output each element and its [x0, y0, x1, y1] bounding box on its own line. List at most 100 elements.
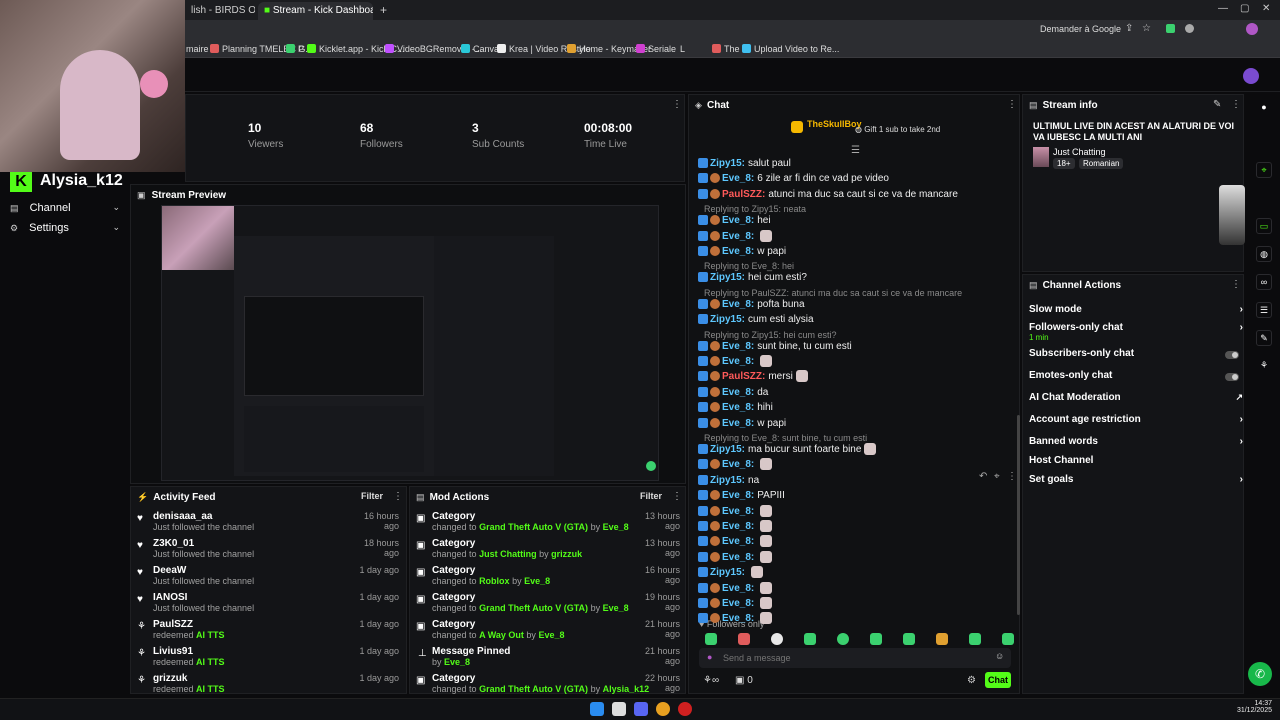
chat-username[interactable]: Eve_8:: [722, 598, 754, 609]
mod-action-item[interactable]: ▣ Category changed to A Way Out by Eve_8 21…: [416, 619, 680, 645]
reply-icon[interactable]: ↶: [979, 471, 987, 482]
emote-icon[interactable]: [771, 633, 783, 645]
bookmark[interactable]: maire: [186, 44, 209, 54]
toggle-switch[interactable]: [1225, 351, 1239, 359]
channel-action-set-goals[interactable]: Set goals ›: [1029, 474, 1243, 490]
chat-username[interactable]: Eve_8:: [722, 246, 754, 257]
bookmark[interactable]: Upload Video to Re...: [742, 44, 839, 54]
pin-icon[interactable]: ⌖: [994, 471, 1000, 482]
chat-message[interactable]: Eve_8: PAPIII: [698, 489, 785, 503]
mod-action-item[interactable]: ⊥ Message Pinned by Eve_8 21 hours ago: [416, 646, 680, 672]
more-options-icon[interactable]: ⋮: [672, 99, 682, 110]
toggle-switch[interactable]: [1225, 373, 1239, 381]
channel-action-emotes-only-chat[interactable]: Emotes-only chat: [1029, 370, 1243, 386]
wrench-icon[interactable]: ✎: [1256, 330, 1272, 346]
chat-message[interactable]: Zipy15: hei cum esti?: [698, 271, 807, 285]
chat-message[interactable]: Zipy15: salut paul: [698, 157, 791, 171]
activity-user[interactable]: Livius91: [153, 646, 225, 657]
ask-google-button[interactable]: Demander à Google: [1040, 24, 1121, 34]
new-tab-button[interactable]: +: [380, 3, 387, 17]
star-icon[interactable]: ☆: [1142, 23, 1151, 34]
channel-action-slow-mode[interactable]: Slow mode ›: [1029, 304, 1243, 320]
more-options-icon[interactable]: ⋮: [393, 491, 403, 502]
emote-icon[interactable]: [804, 633, 816, 645]
chat-message[interactable]: Eve_8:: [698, 612, 773, 626]
channel-action-host-channel[interactable]: Host Channel: [1029, 455, 1243, 471]
more-options-icon[interactable]: ⋮: [1231, 279, 1241, 290]
chat-username[interactable]: Eve_8:: [722, 490, 754, 501]
channel-action-ai-chat-moderation[interactable]: AI Chat Moderation ↗: [1029, 392, 1243, 408]
discord-icon[interactable]: [634, 702, 648, 716]
chat-username[interactable]: Eve_8:: [722, 418, 754, 429]
emote-icon[interactable]: [738, 633, 750, 645]
chat-username[interactable]: Eve_8:: [722, 459, 754, 470]
emote-icon[interactable]: [936, 633, 948, 645]
browser-tab[interactable]: lish - BIRDS OF: [185, 2, 255, 20]
more-options-icon[interactable]: ⋮: [1007, 471, 1017, 482]
mod-action-item[interactable]: ▣ Category changed to Grand Theft Auto V (…: [416, 673, 680, 699]
channel-action-account-age-restriction[interactable]: Account age restriction ›: [1029, 414, 1243, 430]
chat-message[interactable]: Eve_8:: [698, 504, 773, 519]
chat-username[interactable]: Eve_8:: [722, 356, 754, 367]
bookmark[interactable]: Canva: [461, 44, 499, 54]
emote-icon[interactable]: [1002, 633, 1014, 645]
emote-icon[interactable]: [705, 633, 717, 645]
chat-username[interactable]: PaulSZZ:: [722, 371, 765, 382]
chat-username[interactable]: Eve_8:: [722, 613, 754, 624]
browser-tab-active[interactable]: ■ Stream - Kick Dashboard: [258, 2, 373, 20]
activity-item[interactable]: ⚘ PaulSZZ redeemed AI TTS 1 day ago: [137, 619, 401, 645]
mod-action-item[interactable]: ▣ Category changed to Roblox by Eve_8 16 ho…: [416, 565, 680, 591]
chat-message[interactable]: Eve_8: pofta buna: [698, 298, 805, 312]
activity-user[interactable]: grizzuk: [153, 673, 225, 684]
emote-icon[interactable]: [903, 633, 915, 645]
chat-username[interactable]: Eve_8:: [722, 299, 754, 310]
chat-username[interactable]: Eve_8:: [722, 536, 754, 547]
activity-item[interactable]: ♥ IANOSI Just followed the channel 1 day ag…: [137, 592, 401, 618]
chat-username[interactable]: Zipy15:: [710, 158, 745, 169]
bookmark[interactable]: P: [286, 44, 304, 54]
chat-message[interactable]: Eve_8: da: [698, 386, 768, 400]
activity-user[interactable]: PaulSZZ: [153, 619, 225, 630]
tag[interactable]: Romanian: [1079, 158, 1124, 169]
share-icon[interactable]: ⇪: [1125, 23, 1133, 34]
external-link-icon[interactable]: ↗: [1235, 392, 1243, 403]
chat-message[interactable]: Zipy15:: [698, 566, 764, 580]
activity-item[interactable]: ⚘ Livius91 redeemed AI TTS 1 day ago: [137, 646, 401, 672]
emote-icon[interactable]: [969, 633, 981, 645]
group-icon[interactable]: ⚘: [1256, 358, 1272, 374]
chat-username[interactable]: Eve_8:: [722, 387, 754, 398]
mod-action-item[interactable]: ▣ Category changed to Grand Theft Auto V (…: [416, 511, 680, 537]
maximize-button[interactable]: ▢: [1240, 3, 1249, 14]
chat-message[interactable]: Eve_8:: [698, 229, 773, 244]
activity-item[interactable]: ⚘ grizzuk redeemed AI TTS 1 day ago: [137, 673, 401, 699]
chat-message[interactable]: Eve_8: w papi: [698, 417, 786, 431]
close-window-button[interactable]: ✕: [1262, 3, 1270, 14]
mic-icon[interactable]: ●: [707, 652, 712, 662]
chat-message[interactable]: Eve_8:: [698, 535, 773, 549]
activity-user[interactable]: IANOSI: [153, 592, 254, 603]
activity-item[interactable]: ♥ Z3K0_01 Just followed the channel 18 hour…: [137, 538, 401, 564]
profile-avatar[interactable]: [1246, 23, 1258, 35]
edit-icon[interactable]: ✎: [1213, 99, 1221, 110]
more-options-icon[interactable]: ⋮: [1007, 99, 1017, 110]
search-icon[interactable]: [612, 702, 626, 716]
chat-bubble-icon[interactable]: ◍: [1256, 246, 1272, 262]
help-chat-button[interactable]: ✆: [1248, 662, 1272, 686]
more-options-icon[interactable]: ⋮: [672, 491, 682, 502]
windows-start-icon[interactable]: [590, 702, 604, 716]
chat-username[interactable]: Eve_8:: [722, 402, 754, 413]
chat-message[interactable]: Eve_8: w papi: [698, 245, 786, 259]
activity-filter-button[interactable]: Filter: [361, 491, 383, 501]
expand-icon[interactable]: ⌖: [1256, 162, 1272, 178]
obs-icon[interactable]: [678, 702, 692, 716]
activity-user[interactable]: DeeaW: [153, 565, 254, 576]
emote-icon[interactable]: [837, 633, 849, 645]
chat-username[interactable]: Eve_8:: [722, 552, 754, 563]
tag[interactable]: 18+: [1053, 158, 1075, 169]
activity-item[interactable]: ♥ DeeaW Just followed the channel 1 day ago: [137, 565, 401, 591]
activity-user[interactable]: Z3K0_01: [153, 538, 254, 549]
chat-username[interactable]: Eve_8:: [722, 215, 754, 226]
chat-message[interactable]: Eve_8: hei: [698, 214, 771, 228]
chat-message[interactable]: Zipy15: cum esti alysia: [698, 313, 814, 327]
link-icon[interactable]: ∞: [1256, 274, 1272, 290]
